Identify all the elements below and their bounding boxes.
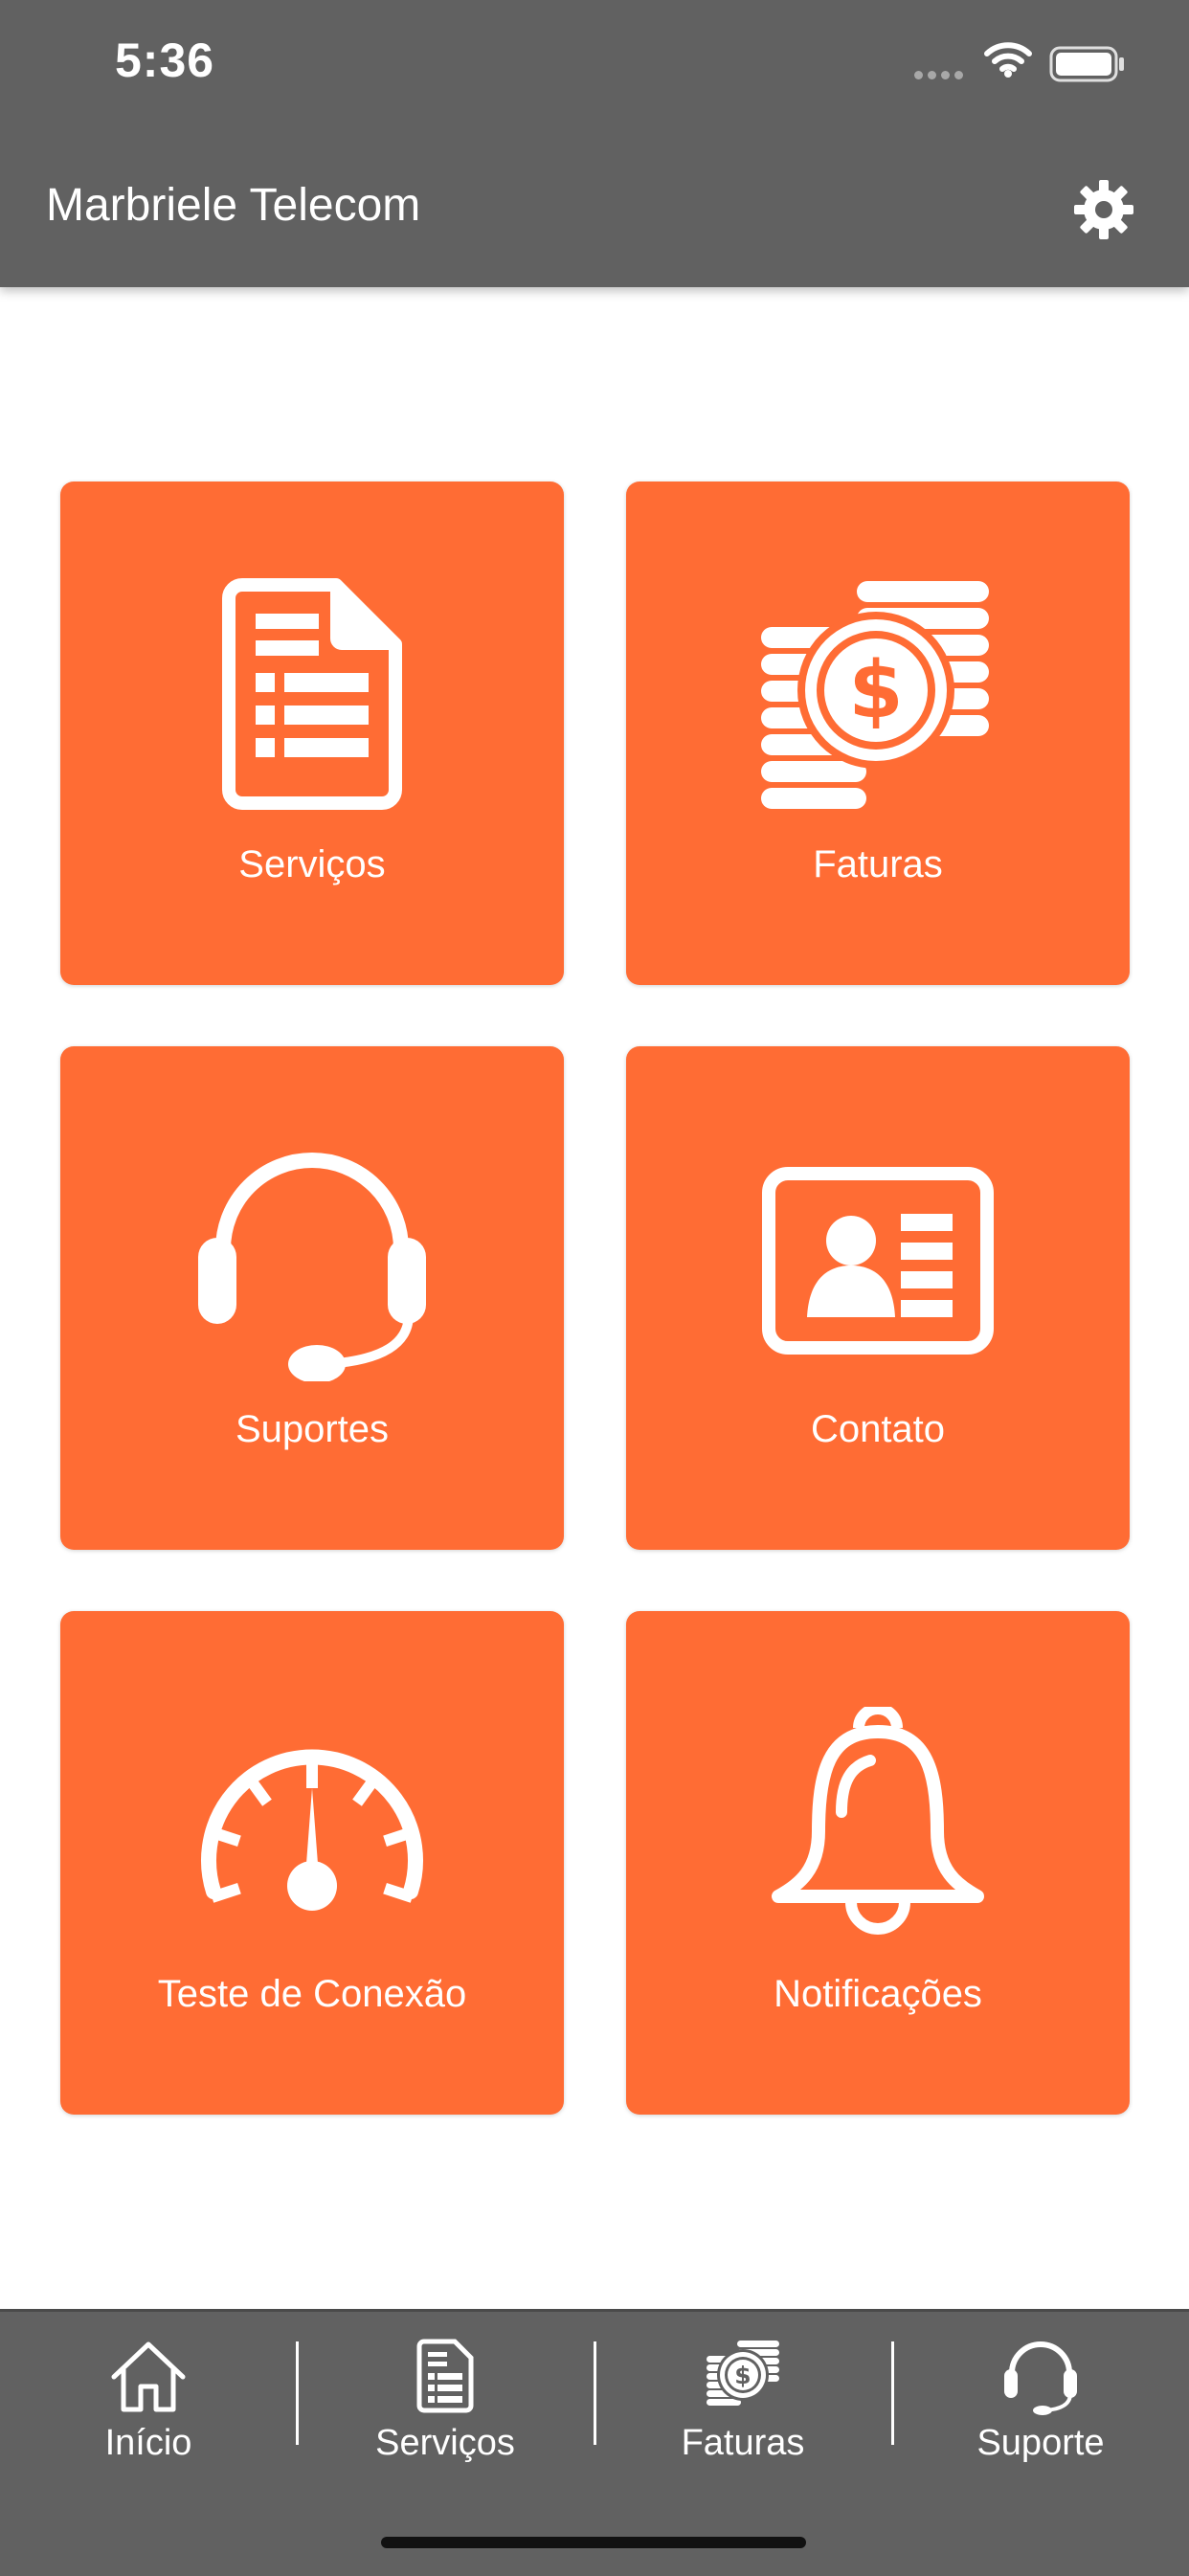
nav-divider (594, 2341, 596, 2445)
tile-label: Teste de Conexão (157, 1973, 467, 2015)
wifi-icon (984, 42, 1032, 78)
tile-label: Faturas (813, 843, 943, 885)
tile-contato[interactable]: Contato (626, 1046, 1130, 1550)
nav-item-faturas[interactable]: $ Faturas (594, 2312, 891, 2484)
app-header: 5:36 Marbriele Telecom (0, 0, 1189, 287)
signal-icon (914, 67, 968, 84)
tile-label: Suportes (235, 1408, 390, 1450)
nav-divider (296, 2341, 299, 2445)
tile-teste-de-conexao[interactable]: Teste de Conexão (60, 1611, 564, 2115)
headset-icon (892, 2339, 1189, 2415)
gear-icon[interactable] (1072, 178, 1135, 241)
nav-label: Faturas (681, 2423, 805, 2463)
bell-icon (626, 1707, 1130, 1937)
tile-label: Serviços (238, 843, 386, 885)
nav-label: Início (104, 2423, 192, 2463)
nav-label: Suporte (976, 2423, 1105, 2463)
nav-item-inicio[interactable]: Início (0, 2312, 297, 2484)
contact-card-icon (626, 1166, 1130, 1355)
home-icon (0, 2339, 297, 2413)
coins-dollar-icon: $ (594, 2339, 891, 2409)
svg-text:$: $ (848, 645, 903, 736)
document-list-icon (297, 2339, 594, 2413)
tile-servicos[interactable]: Serviços (60, 482, 564, 985)
battery-icon (1049, 46, 1124, 82)
svg-text:$: $ (734, 2362, 751, 2389)
document-list-icon (60, 577, 564, 811)
nav-label: Serviços (375, 2423, 515, 2463)
home-indicator[interactable] (381, 2537, 806, 2548)
tile-suportes[interactable]: Suportes (60, 1046, 564, 1550)
nav-divider (891, 2341, 894, 2445)
status-time: 5:36 (115, 34, 215, 87)
nav-item-suporte[interactable]: Suporte (892, 2312, 1189, 2484)
tile-label: Contato (810, 1408, 946, 1450)
coins-dollar-icon: $ (626, 577, 1130, 811)
tile-label: Notificações (774, 1973, 982, 2015)
page-title: Marbriele Telecom (46, 180, 421, 231)
headset-icon (60, 1142, 564, 1381)
nav-item-servicos[interactable]: Serviços (297, 2312, 594, 2484)
speedometer-icon (60, 1731, 564, 1922)
tile-notificacoes[interactable]: Notificações (626, 1611, 1130, 2115)
tile-faturas[interactable]: $ Faturas (626, 482, 1130, 985)
